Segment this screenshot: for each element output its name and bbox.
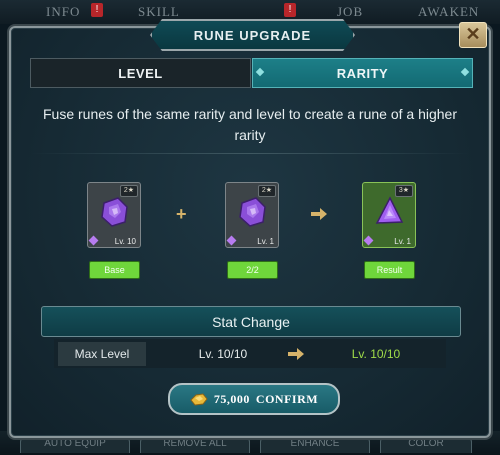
plus-icon: + bbox=[176, 204, 187, 224]
stat-change-header: Stat Change bbox=[41, 306, 461, 337]
arrow-right-icon bbox=[288, 348, 304, 360]
tab-level[interactable]: LEVEL bbox=[30, 58, 251, 88]
rune-triangle-icon bbox=[375, 196, 404, 224]
material-count-button[interactable]: 2/2 bbox=[227, 261, 278, 279]
auto-equip-button[interactable]: AUTO EQUIP bbox=[20, 436, 130, 453]
rune-level: Lv. 1 bbox=[394, 237, 411, 246]
rune-level: Lv. 1 bbox=[257, 237, 274, 246]
enhance-button[interactable]: ENHANCE bbox=[260, 436, 370, 453]
rune-stone-icon bbox=[239, 197, 266, 227]
tab-awaken[interactable]: AWAKEN bbox=[418, 4, 479, 20]
upgrade-tabs: LEVEL RARITY bbox=[30, 58, 473, 88]
rune-level-icon bbox=[88, 235, 99, 246]
remove-all-button[interactable]: REMOVE ALL bbox=[140, 436, 250, 453]
stat-name: Max Level bbox=[58, 342, 146, 366]
alert-badge: ! bbox=[91, 3, 103, 17]
result-rune-slot[interactable]: 3★ Lv. 1 bbox=[362, 182, 416, 248]
base-rune-slot[interactable]: 2★ Lv. 10 bbox=[87, 182, 141, 248]
arrow-right-icon bbox=[311, 208, 327, 220]
rune-stone-icon bbox=[101, 197, 128, 227]
tab-skill[interactable]: SKILL bbox=[138, 4, 180, 20]
material-rune-slot[interactable]: 2★ Lv. 1 bbox=[225, 182, 279, 248]
color-button[interactable]: COLOR bbox=[380, 436, 472, 453]
divider bbox=[30, 153, 470, 154]
stat-current-value: Lv. 10/10 bbox=[198, 347, 248, 361]
stat-row: Max Level Lv. 10/10 Lv. 10/10 bbox=[54, 339, 446, 368]
result-label-button[interactable]: Result bbox=[364, 261, 415, 279]
confirm-button[interactable]: 75,000 CONFIRM bbox=[168, 383, 340, 415]
alert-badge: ! bbox=[284, 3, 296, 17]
tab-rarity[interactable]: RARITY bbox=[252, 58, 473, 88]
base-label-button[interactable]: Base bbox=[89, 261, 140, 279]
tab-job[interactable]: JOB bbox=[337, 4, 363, 20]
dialog-title: RUNE UPGRADE bbox=[193, 27, 312, 43]
fusion-description: Fuse runes of the same rarity and level … bbox=[42, 106, 457, 143]
confirm-cost: 75,000 bbox=[213, 391, 250, 406]
tab-info[interactable]: INFO bbox=[46, 4, 80, 20]
rune-level-icon bbox=[363, 235, 374, 246]
rune-level: Lv. 10 bbox=[114, 237, 136, 246]
gold-icon bbox=[190, 392, 208, 406]
rune-level-icon bbox=[226, 235, 237, 246]
dialog-title-plate: RUNE UPGRADE bbox=[150, 19, 355, 51]
stat-new-value: Lv. 10/10 bbox=[351, 347, 401, 361]
close-button[interactable]: ✕ bbox=[459, 22, 487, 48]
confirm-label: CONFIRM bbox=[255, 391, 319, 406]
